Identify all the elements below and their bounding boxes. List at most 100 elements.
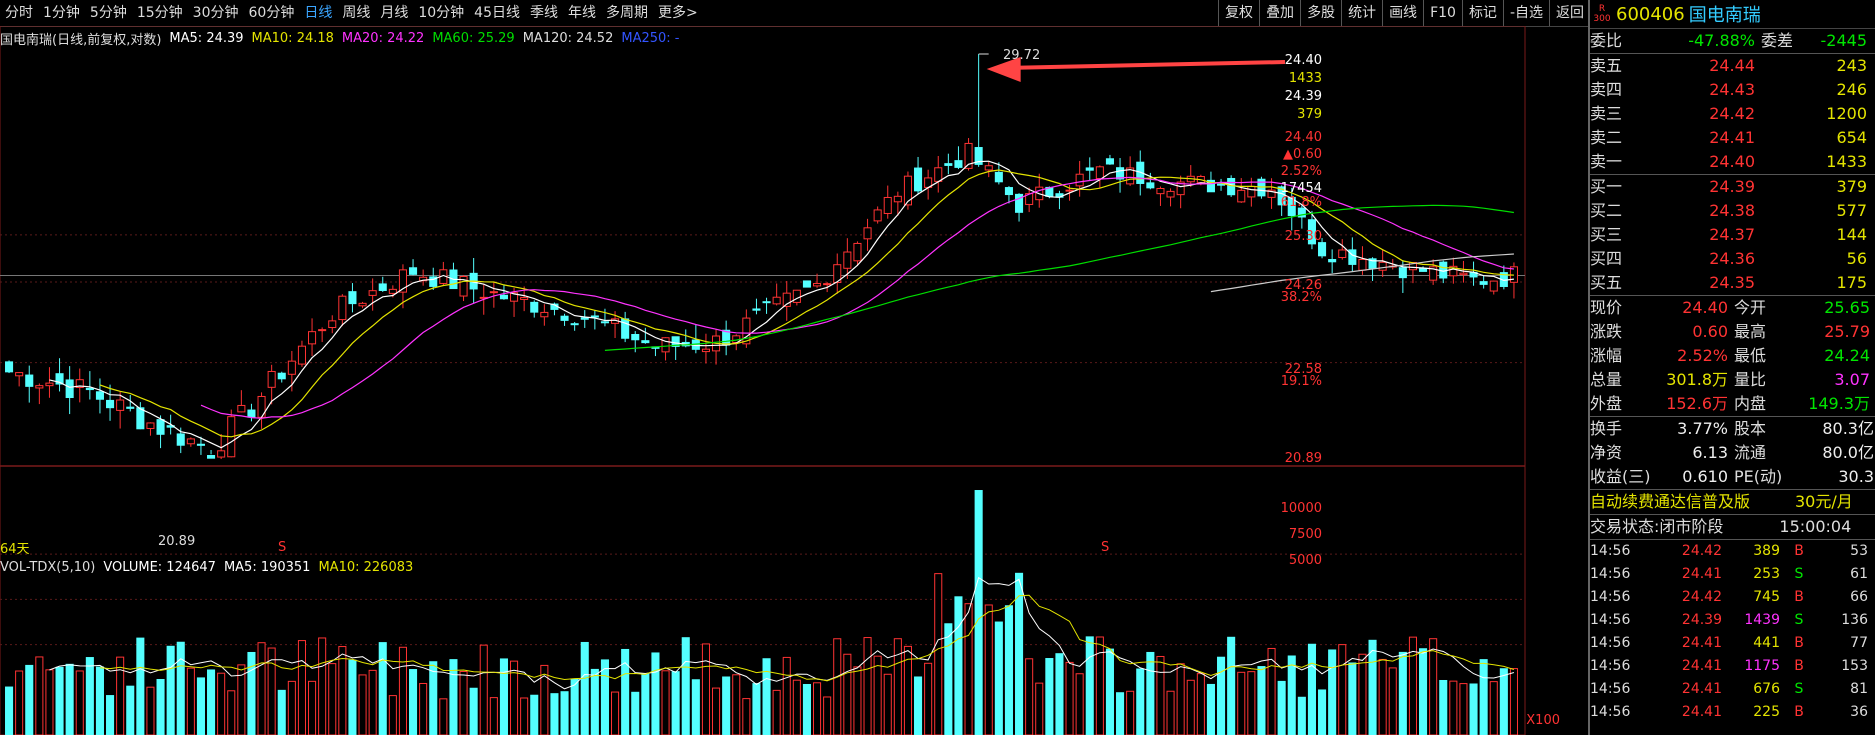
volume-bar — [479, 644, 488, 735]
candle-body — [802, 280, 811, 288]
ma5-value: MA5: 24.39 — [169, 30, 244, 46]
tick-time: 14:56 — [1590, 635, 1631, 651]
candle-body — [176, 433, 185, 446]
promo-banner[interactable]: 自动续费通达信普及版 30元/月 — [1590, 489, 1875, 514]
buys-row: 买一 24.39 379 — [1590, 175, 1875, 199]
candle-body — [1156, 188, 1165, 195]
candle-body — [409, 267, 418, 275]
buys-price: 24.39 — [1709, 177, 1755, 196]
stock-name: 国电南瑞 — [1688, 5, 1761, 26]
tab-9[interactable]: 10分钟 — [413, 0, 469, 26]
tab-12[interactable]: 年线 — [563, 0, 601, 26]
volume-bar — [772, 689, 781, 735]
candle-body — [207, 454, 216, 459]
buys-price: 24.36 — [1709, 249, 1755, 268]
volume-bar — [25, 664, 34, 735]
tool-tab-8[interactable]: 返回 — [1549, 0, 1590, 26]
volume-bar — [1004, 605, 1013, 735]
tool-tab-6[interactable]: 标记 — [1461, 0, 1503, 26]
volume-bar — [520, 697, 529, 735]
volume-bar — [1196, 673, 1205, 735]
signal-s-1: S — [278, 540, 287, 555]
candle-body — [600, 321, 609, 324]
badge-bottom: 300 — [1593, 14, 1611, 24]
volume-bar — [227, 690, 236, 735]
candle-body — [489, 291, 498, 294]
quote-value: 0.60 — [1692, 322, 1728, 341]
volume-bar — [257, 642, 266, 735]
volume-bar — [348, 659, 357, 735]
candle-body — [95, 391, 104, 400]
fund-value-2: 80.0亿 — [1822, 443, 1874, 462]
volume-bar — [1105, 648, 1114, 735]
tab-11[interactable]: 季线 — [525, 0, 563, 26]
candle-body — [217, 450, 226, 458]
ma250-value: MA250: - — [621, 30, 680, 46]
volume-bar — [499, 658, 508, 735]
tool-tab-0[interactable]: 复权 — [1218, 0, 1259, 26]
candle-body — [196, 443, 205, 446]
tick-volume: 253 — [1753, 566, 1780, 582]
volume-bar — [1297, 696, 1306, 735]
volume-axis-label: 5000 — [1288, 553, 1322, 568]
fund-label-2: PE(动) — [1734, 467, 1783, 486]
tool-tab-4[interactable]: 画线 — [1382, 0, 1423, 26]
weicha-value: -2445 — [1820, 31, 1868, 50]
volume-bar — [207, 669, 216, 735]
volume-bar — [1509, 668, 1518, 735]
tab-2[interactable]: 5分钟 — [85, 0, 132, 26]
tab-1[interactable]: 1分钟 — [38, 0, 85, 26]
volume-bar — [954, 596, 963, 735]
tool-tab-7[interactable]: -自选 — [1502, 0, 1549, 26]
tab-14[interactable]: 更多> — [653, 0, 703, 26]
buys-volume: 56 — [1846, 249, 1867, 268]
sells-price: 24.44 — [1709, 56, 1755, 75]
tool-tab-1[interactable]: 叠加 — [1259, 0, 1300, 26]
tab-8[interactable]: 月线 — [375, 0, 413, 26]
sells-volume: 243 — [1836, 56, 1867, 75]
volume-bar — [792, 679, 801, 735]
tab-0[interactable]: 分时 — [0, 0, 38, 26]
volume-bar — [1035, 682, 1044, 735]
badge-top: R — [1598, 4, 1606, 14]
candle-body — [348, 291, 357, 305]
tab-13[interactable]: 多周期 — [601, 0, 653, 26]
price-axis-label: 379 — [1297, 107, 1322, 122]
kline-chart[interactable] — [0, 26, 1588, 735]
tab-3[interactable]: 15分钟 — [132, 0, 188, 26]
volume-bar — [1378, 658, 1387, 735]
candle-body — [378, 283, 387, 291]
tool-tab-3[interactable]: 统计 — [1341, 0, 1382, 26]
tool-tab-5[interactable]: F10 — [1423, 0, 1462, 26]
quote-label-2: 今开 — [1734, 298, 1767, 317]
volume-bar — [1358, 653, 1367, 735]
ma-legend: 国电南瑞(日线,前复权,对数) MA5: 24.39 MA10: 24.18 M… — [0, 28, 1525, 48]
tool-tab-2[interactable]: 多股 — [1300, 0, 1341, 26]
tab-10[interactable]: 45日线 — [469, 0, 525, 26]
tick-side: B — [1794, 704, 1804, 720]
volume-bar — [1237, 671, 1246, 735]
volume-bar — [469, 687, 478, 735]
candle-body — [792, 289, 801, 303]
volume-bar — [631, 691, 640, 735]
chart-title: 国电南瑞(日线,前复权,对数) — [0, 32, 162, 48]
candle-body — [1398, 267, 1407, 279]
tab-6[interactable]: 日线 — [299, 0, 337, 26]
fund-value-2: 30.3 — [1838, 467, 1874, 486]
quote-value-2: 25.65 — [1824, 298, 1870, 317]
buys-label: 买一 — [1590, 177, 1623, 196]
volume-bar — [843, 653, 852, 735]
tick-volume: 1439 — [1744, 612, 1780, 628]
tab-5[interactable]: 60分钟 — [244, 0, 300, 26]
sells-label: 卖二 — [1590, 128, 1623, 147]
tab-4[interactable]: 30分钟 — [188, 0, 244, 26]
volume-bar — [489, 697, 498, 735]
volume-bar — [65, 663, 74, 735]
signal-s-2: S — [1101, 540, 1110, 555]
tab-7[interactable]: 周线 — [337, 0, 375, 26]
candle-body — [388, 288, 397, 294]
volume-bar — [55, 666, 64, 735]
quote-value-2: 25.79 — [1824, 322, 1870, 341]
volume-bar — [328, 663, 337, 735]
candle-body — [247, 409, 256, 418]
